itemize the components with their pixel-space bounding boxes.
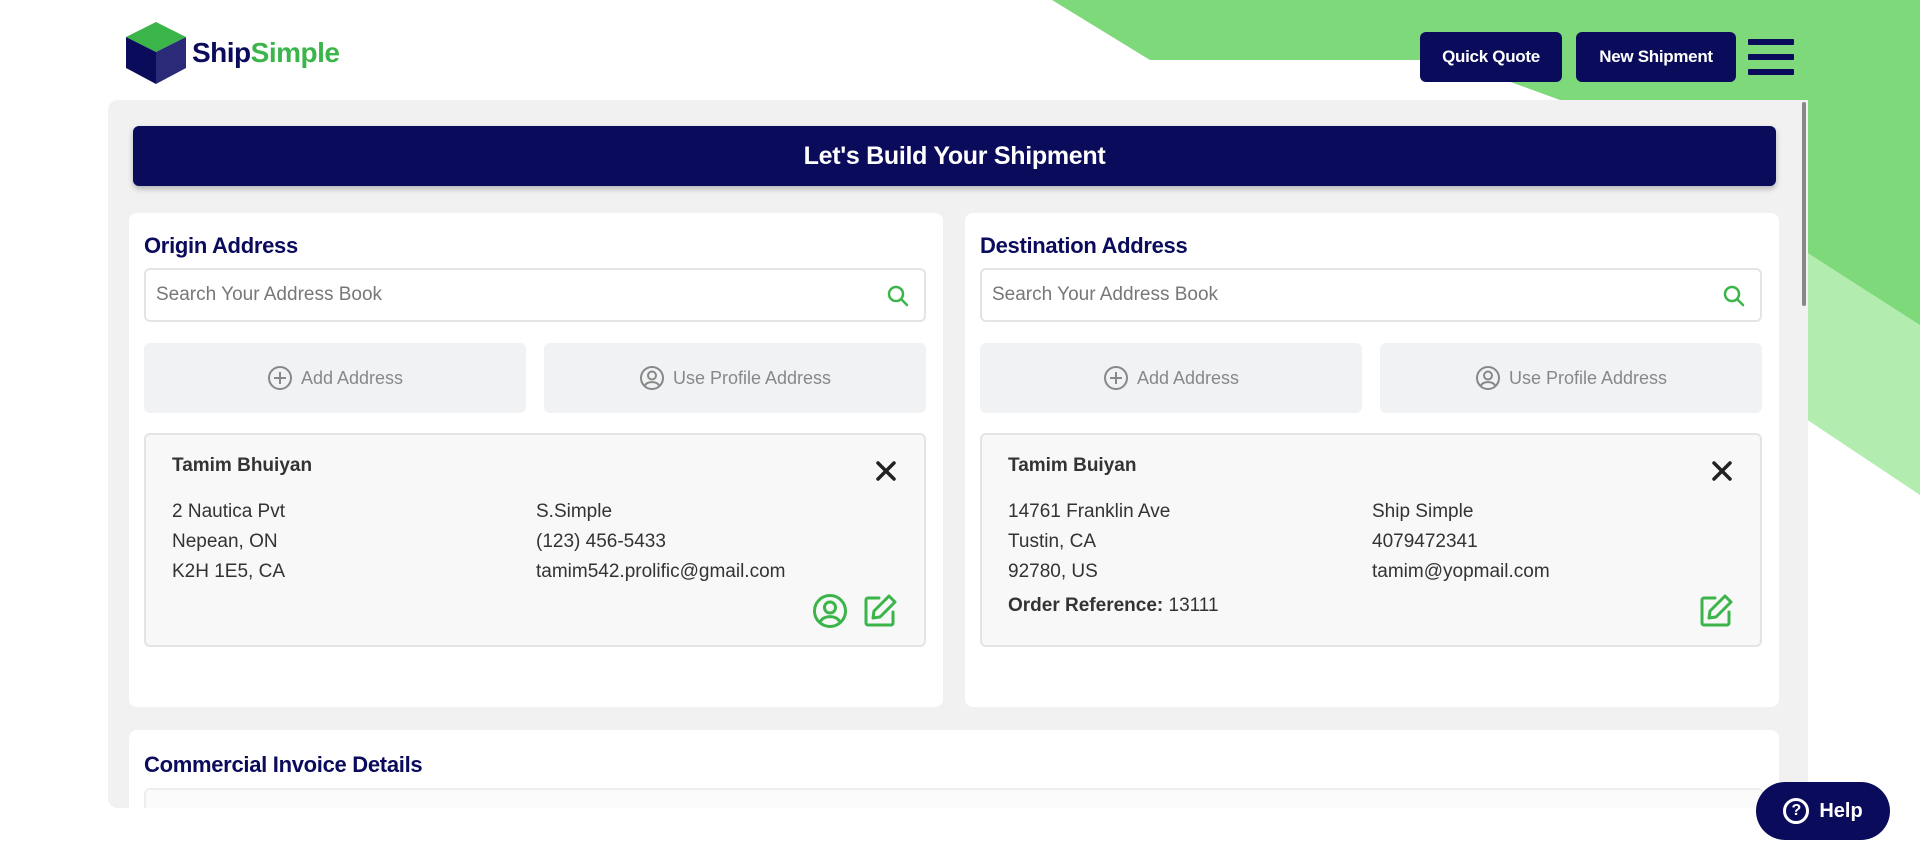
add-address-label: Add Address [300,367,404,388]
destination-address-card: Destination Address Add Address Use Prof… [965,213,1779,707]
commercial-invoice-title: Commercial Invoice Details [144,752,423,777]
edit-icon[interactable] [1698,593,1734,629]
hamburger-menu-icon[interactable] [1748,39,1794,75]
add-address-label: Add Address [1136,367,1240,388]
origin-contact-name: Tamim Bhuiyan [172,455,313,476]
use-profile-address-label: Use Profile Address [672,367,832,388]
new-shipment-button[interactable]: New Shipment [1576,32,1736,82]
search-icon[interactable] [1722,284,1746,308]
help-button[interactable]: ? Help [1756,782,1890,840]
shipsimple-logo[interactable]: ShipSimple [124,20,340,86]
destination-use-profile-address-button[interactable]: Use Profile Address [1380,343,1762,413]
origin-title: Origin Address [144,233,298,258]
page-title-bar: Let's Build Your Shipment [133,126,1776,186]
app-header: ShipSimple Quick Quote New Shipment [0,0,1920,100]
user-circle-icon [639,366,664,390]
phone-number: (123) 456-5433 [536,531,666,552]
order-reference-label: Order Reference: [1008,595,1164,616]
commercial-invoice-card: Commercial Invoice Details [129,730,1779,808]
address-line: Tustin, CA [1008,531,1096,552]
origin-search-input[interactable] [156,270,856,320]
search-icon[interactable] [886,284,910,308]
quick-quote-button[interactable]: Quick Quote [1420,32,1562,82]
commercial-invoice-content [144,788,1764,808]
use-profile-address-label: Use Profile Address [1508,367,1668,388]
shipment-builder-panel: Let's Build Your Shipment Origin Address… [108,100,1808,808]
origin-search-box [144,268,926,322]
origin-address-card: Origin Address Add Address Use Profile A… [129,213,943,707]
order-reference: Order Reference: 13111 [1008,595,1219,617]
origin-address-lines: 2 Nautica Pvt Nepean, ON K2H 1E5, CA [172,497,285,587]
destination-address-details: Tamim Buiyan 14761 Franklin Ave Tustin, … [980,433,1762,647]
plus-circle-icon [1103,366,1128,390]
close-icon[interactable] [1710,459,1734,483]
address-line: 2 Nautica Pvt [172,501,285,522]
logo-text: ShipSimple [192,37,340,68]
user-circle-icon[interactable] [812,593,848,629]
destination-address-lines: 14761 Franklin Ave Tustin, CA 92780, US [1008,497,1170,587]
cube-logo-icon [126,22,186,84]
plus-circle-icon [267,366,292,390]
close-icon[interactable] [874,459,898,483]
destination-contact-lines: Ship Simple 4079472341 tamim@yopmail.com [1372,497,1550,587]
origin-contact-lines: S.Simple (123) 456-5433 tamim542.prolifi… [536,497,785,587]
origin-address-details: Tamim Bhuiyan 2 Nautica Pvt Nepean, ON K… [144,433,926,647]
destination-contact-name: Tamim Buiyan [1008,455,1137,476]
company-name: Ship Simple [1372,501,1474,522]
order-reference-value: 13111 [1168,595,1219,616]
question-circle-icon: ? [1783,798,1810,824]
user-circle-icon [1475,366,1500,390]
address-line: Nepean, ON [172,531,278,552]
address-line: K2H 1E5, CA [172,561,285,582]
scrollbar-thumb[interactable] [1802,102,1806,306]
page-title: Let's Build Your Shipment [803,141,1106,170]
origin-use-profile-address-button[interactable]: Use Profile Address [544,343,926,413]
address-line: 92780, US [1008,561,1098,582]
origin-add-address-button[interactable]: Add Address [144,343,526,413]
destination-title: Destination Address [980,233,1188,258]
destination-search-input[interactable] [992,270,1692,320]
email-address: tamim@yopmail.com [1372,561,1550,582]
destination-add-address-button[interactable]: Add Address [980,343,1362,413]
help-label: Help [1819,799,1863,822]
edit-icon[interactable] [862,593,898,629]
company-name: S.Simple [536,501,613,522]
address-line: 14761 Franklin Ave [1008,501,1171,522]
phone-number: 4079472341 [1372,531,1478,552]
email-address: tamim542.prolific@gmail.com [536,561,786,582]
destination-search-box [980,268,1762,322]
